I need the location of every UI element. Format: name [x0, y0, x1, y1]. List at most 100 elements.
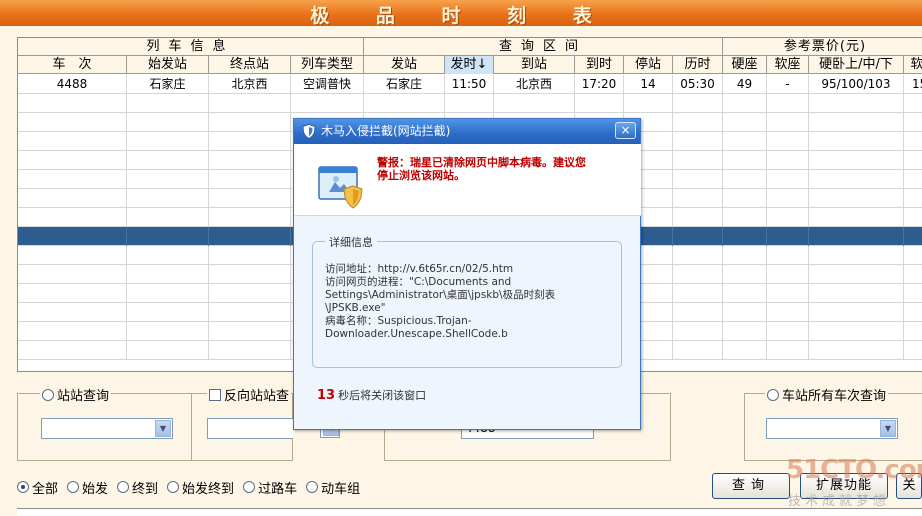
app-title-bar: 极 品 时 刻 表 — [0, 0, 922, 27]
chevron-down-icon[interactable]: ▼ — [155, 420, 171, 437]
table-cell — [767, 113, 809, 132]
from-station-select[interactable]: ▼ — [41, 418, 173, 439]
col-header-arrive-station[interactable]: 到站 — [494, 56, 575, 74]
col-header-origin[interactable]: 始发站 — [127, 56, 209, 74]
col-header-depart-time[interactable]: 发时↓ — [445, 56, 494, 74]
filter-radio[interactable] — [243, 481, 256, 493]
table-cell — [673, 303, 723, 322]
filter-label: 全部 — [32, 481, 59, 497]
table-cell — [127, 151, 209, 170]
table-cell — [209, 94, 291, 113]
filter-radio[interactable] — [117, 481, 130, 493]
station-all-trains-label: 车站所有车次查询 — [782, 389, 887, 404]
filter-radio[interactable] — [67, 481, 80, 493]
close-button[interactable]: 关 — [896, 473, 922, 499]
table-cell — [767, 189, 809, 208]
reverse-query-label: 反向站站查 — [224, 389, 290, 404]
table-cell — [767, 322, 809, 341]
app-title: 极 品 时 刻 表 — [310, 5, 612, 27]
table-cell — [723, 94, 767, 113]
table-cell — [209, 303, 291, 322]
table-cell — [809, 151, 904, 170]
table-cell: 北京西 — [209, 75, 291, 94]
table-cell — [127, 246, 209, 265]
filter-radio[interactable] — [306, 481, 319, 493]
dialog-title: 木马入侵拦截(网站拦截) — [321, 124, 451, 138]
filter-option[interactable]: 全部 — [17, 478, 58, 497]
detail-line: Downloader.Unescape.ShellCode.b — [325, 328, 508, 340]
col-header-hard-sleeper[interactable]: 硬卧上/中/下 — [809, 56, 904, 74]
station-select[interactable]: ▼ — [766, 418, 898, 439]
table-cell — [809, 208, 904, 227]
col-header-soft-sleeper[interactable]: 软卧 — [904, 56, 922, 74]
table-cell — [904, 227, 922, 246]
table-cell — [809, 284, 904, 303]
table-row[interactable] — [18, 94, 922, 113]
table-cell — [673, 246, 723, 265]
dialog-title-bar[interactable]: 木马入侵拦截(网站拦截) × — [294, 119, 640, 144]
table-cell — [767, 341, 809, 360]
filter-radio[interactable] — [17, 481, 29, 493]
filter-option[interactable]: 动车组 — [306, 478, 360, 497]
col-header-train-type[interactable]: 列车类型 — [291, 56, 364, 74]
filter-option[interactable]: 始发 — [67, 478, 108, 497]
table-cell — [723, 303, 767, 322]
station-query-option[interactable]: 站站查询 — [40, 385, 112, 404]
col-header-duration[interactable]: 历时 — [673, 56, 723, 74]
filter-option[interactable]: 始发终到 — [167, 478, 234, 497]
col-header-soft-seat[interactable]: 软座 — [767, 56, 809, 74]
group-header-fares: 参考票价(元) — [723, 38, 922, 56]
station-query-radio[interactable] — [42, 388, 54, 401]
countdown-text: 秒后将关闭该窗口 — [338, 389, 427, 402]
table-cell — [723, 170, 767, 189]
filter-radio[interactable] — [167, 481, 180, 493]
table-cell — [127, 189, 209, 208]
table-cell — [809, 94, 904, 113]
table-cell — [767, 227, 809, 246]
table-cell: 05:30 — [673, 75, 723, 94]
col-header-arrive-time[interactable]: 到时 — [575, 56, 624, 74]
to-station-select[interactable] — [207, 418, 293, 439]
close-icon[interactable]: × — [615, 122, 636, 139]
table-cell — [209, 151, 291, 170]
table-cell — [18, 303, 127, 322]
table-cell: 17:20 — [575, 75, 624, 94]
table-cell — [809, 341, 904, 360]
table-cell — [209, 265, 291, 284]
col-header-depart-station[interactable]: 发站 — [364, 56, 445, 74]
table-cell — [209, 284, 291, 303]
station-all-trains-option[interactable]: 车站所有车次查询 — [765, 385, 889, 404]
table-cell — [767, 208, 809, 227]
table-cell — [767, 170, 809, 189]
group-header-query-range: 查询区间 — [364, 38, 723, 56]
table-cell — [18, 208, 127, 227]
table-cell — [18, 151, 127, 170]
table-cell — [723, 208, 767, 227]
col-header-stops[interactable]: 停站 — [624, 56, 673, 74]
table-cell — [673, 132, 723, 151]
table-cell — [575, 94, 624, 113]
reverse-query-option[interactable]: 反向站站查 — [207, 385, 292, 404]
filter-option[interactable]: 终到 — [117, 478, 158, 497]
table-cell: 95/100/103 — [809, 75, 904, 94]
query-button[interactable]: 查询 — [712, 473, 790, 499]
table-cell — [767, 132, 809, 151]
table-cell — [809, 189, 904, 208]
col-header-terminal[interactable]: 终点站 — [209, 56, 291, 74]
col-header-hard-seat[interactable]: 硬座 — [723, 56, 767, 74]
reverse-query-checkbox[interactable] — [209, 388, 221, 401]
col-header-train-no[interactable]: 车 次 — [18, 56, 127, 74]
web-shield-icon — [318, 166, 363, 209]
extended-functions-button[interactable]: 扩展功能 — [800, 473, 888, 499]
station-query-panel: 站站查询 ▼ — [17, 385, 192, 461]
table-cell — [673, 322, 723, 341]
filter-label: 终到 — [132, 481, 159, 497]
train-type-filters: 全部 始发 终到 始发终到 过路车 动车组 — [17, 478, 369, 497]
chevron-down-icon[interactable]: ▼ — [880, 420, 896, 437]
table-cell — [18, 265, 127, 284]
filter-option[interactable]: 过路车 — [243, 478, 297, 497]
table-cell: 4488 — [18, 75, 127, 94]
station-all-trains-radio[interactable] — [767, 388, 779, 401]
table-cell — [723, 113, 767, 132]
table-row[interactable]: 4488 石家庄 北京西 空调普快 石家庄 11:50 北京西 17:20 14 05:30 49-… — [18, 75, 922, 94]
